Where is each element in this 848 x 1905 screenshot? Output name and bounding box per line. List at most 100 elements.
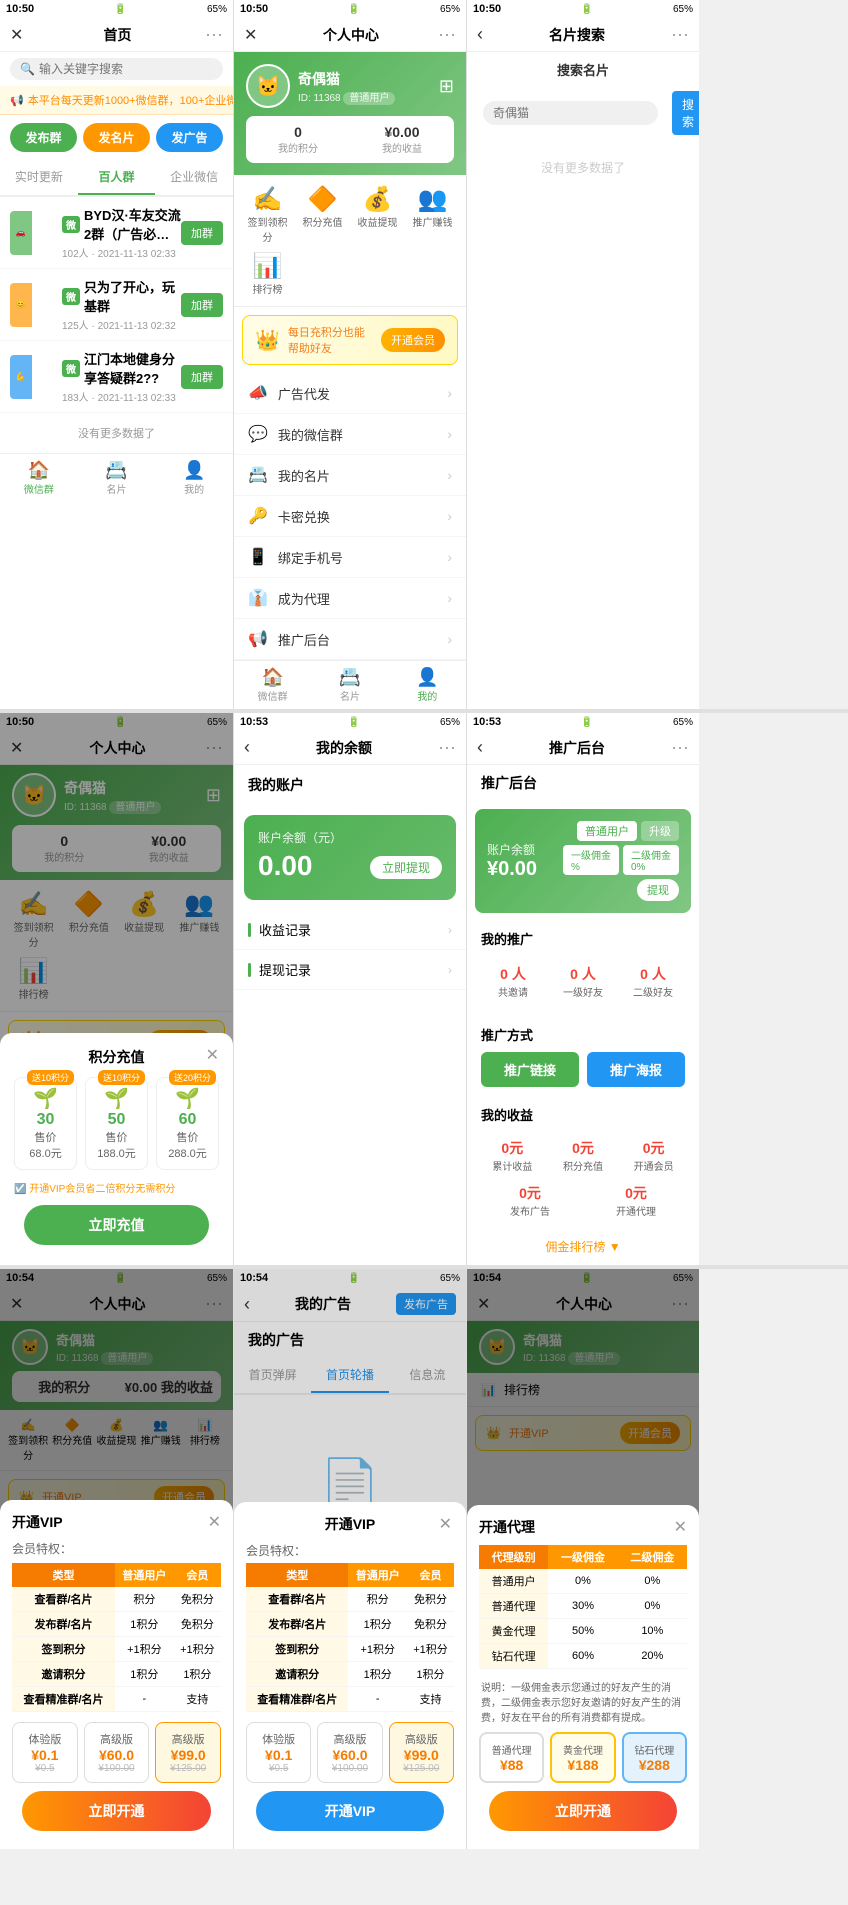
- menu-item-promo-backend[interactable]: 📢 推广后台 ›: [234, 619, 466, 660]
- publish-ad-button[interactable]: 发广告: [156, 123, 223, 152]
- wechat-icon: 微: [62, 360, 80, 377]
- tab-enterprise[interactable]: 企业微信: [155, 160, 233, 195]
- agency-note: 说明：一级佣金表示您通过的好友产生的消费，二级佣金表示您好友邀请的好友产生的消费…: [479, 1679, 687, 1724]
- page-title: 我的余额: [250, 738, 438, 758]
- more-icon[interactable]: ···: [671, 24, 689, 45]
- title-bar: ‹ 推广后台 ···: [467, 731, 699, 765]
- plan-price: ¥0.1: [17, 1747, 73, 1763]
- vip-button[interactable]: 开通会员: [381, 328, 445, 352]
- nav-wechat-group[interactable]: 🏠 微信群: [0, 458, 78, 498]
- features-label: 会员特权：: [246, 1542, 454, 1559]
- publish-card-button[interactable]: 发名片: [83, 123, 150, 152]
- agency-plan-gold[interactable]: 黄金代理 ¥188: [550, 1732, 615, 1783]
- rank-link[interactable]: 佣金排行榜 ▼: [467, 1228, 699, 1265]
- withdraw-button[interactable]: 立即提现: [370, 856, 442, 879]
- td: 1积分: [407, 1662, 454, 1687]
- arrow-icon: ›: [447, 590, 452, 606]
- menu-item-agency[interactable]: 👔 成为代理 ›: [234, 578, 466, 619]
- more-icon[interactable]: ···: [671, 737, 689, 758]
- menu-checkin[interactable]: ✍️ 签到领积分: [244, 185, 291, 244]
- menu-promo[interactable]: 👥 推广赚钱: [409, 185, 456, 244]
- withdraw-button[interactable]: 提现: [637, 879, 679, 901]
- activate-vip-button[interactable]: 开通VIP: [256, 1791, 444, 1831]
- plan-trial[interactable]: 体验版 ¥0.1 ¥0.5: [246, 1722, 311, 1783]
- recharge-confirm-button[interactable]: 立即充值: [24, 1205, 209, 1245]
- plan-p1[interactable]: 高级版 ¥60.0 ¥100.00: [317, 1722, 382, 1783]
- key-icon: 🔑: [248, 506, 268, 526]
- promo-link-button[interactable]: 推广链接: [481, 1052, 579, 1087]
- commission-level1[interactable]: 一级佣金%: [563, 845, 619, 875]
- tab-100group[interactable]: 百人群: [78, 160, 156, 195]
- close-icon[interactable]: ✕: [244, 25, 264, 45]
- nav-mine[interactable]: 👤 我的: [389, 665, 466, 705]
- tab-realtime[interactable]: 实时更新: [0, 160, 78, 195]
- promo-tab-upgrade[interactable]: 升级: [641, 821, 679, 841]
- more-icon[interactable]: ···: [438, 24, 456, 45]
- nav-mine[interactable]: 👤 我的: [155, 458, 233, 498]
- plan-original: ¥0.5: [17, 1763, 73, 1774]
- recharge-option-50[interactable]: 送10积分 🌱 50 售价 188.0元: [85, 1077, 148, 1170]
- menu-recharge[interactable]: 🔶 积分充值: [299, 185, 346, 244]
- add-group-button[interactable]: 加群: [181, 365, 223, 389]
- close-modal-button[interactable]: ✕: [208, 1512, 221, 1532]
- more-icon[interactable]: ···: [205, 24, 223, 45]
- menu-item-ad[interactable]: 📣 广告代发 ›: [234, 373, 466, 414]
- time: 10:53: [240, 716, 268, 728]
- close-sheet-button[interactable]: ✕: [439, 1514, 452, 1534]
- plan-name: 高级版: [394, 1731, 449, 1747]
- add-group-button[interactable]: 加群: [181, 293, 223, 317]
- close-icon[interactable]: ✕: [10, 25, 30, 45]
- plan-p2[interactable]: 高级版 ¥99.0 ¥125.00: [389, 1722, 454, 1783]
- agency-plan-diamond[interactable]: 钻石代理 ¥288: [622, 1732, 687, 1783]
- checkin-label: 签到领积分: [244, 214, 291, 244]
- td: 1积分: [348, 1612, 407, 1637]
- menu-item-redeem[interactable]: 🔑 卡密兑换 ›: [234, 496, 466, 537]
- battery-icon: 🔋: [581, 717, 593, 728]
- row-1: 10:50 🔋 65% ✕ 首页 ··· 🔍 📢 本平台每天更新1000+微信群…: [0, 0, 848, 709]
- earn-label: 累计收益: [481, 1158, 544, 1173]
- opt-price: 售价 288.0元: [165, 1129, 210, 1161]
- vip-activate-button[interactable]: 立即开通: [22, 1791, 211, 1831]
- promo-tab-normal[interactable]: 普通用户: [577, 821, 637, 841]
- add-group-button[interactable]: 加群: [181, 221, 223, 245]
- menu-item-bind-phone[interactable]: 📱 绑定手机号 ›: [234, 537, 466, 578]
- agency-activate-button[interactable]: 立即开通: [489, 1791, 677, 1831]
- bottom-nav: 🏠 微信群 📇 名片 👤 我的: [234, 660, 466, 709]
- time: 10:50: [473, 3, 501, 15]
- screen-promo-backend: 10:53 🔋 65% ‹ 推广后台 ··· 推广后台 账户余额 ¥0.00 普…: [466, 713, 699, 1265]
- promo-poster-button[interactable]: 推广海报: [587, 1052, 685, 1087]
- time: 10:50: [240, 3, 268, 15]
- agency-plan-normal[interactable]: 普通代理 ¥88: [479, 1732, 544, 1783]
- recharge-option-30[interactable]: 送10积分 🌱 30 售价 68.0元: [14, 1077, 77, 1170]
- recharge-option-60[interactable]: 送20积分 🌱 60 售价 288.0元: [156, 1077, 219, 1170]
- td: 发布群/名片: [246, 1612, 348, 1637]
- nav-wechat-group[interactable]: 🏠 微信群: [234, 665, 311, 705]
- card-search-input[interactable]: [493, 106, 648, 120]
- search-submit-button[interactable]: 搜索: [672, 91, 699, 135]
- th-type: 代理级别: [479, 1545, 548, 1569]
- menu-withdraw[interactable]: 💰 收益提现: [354, 185, 401, 244]
- arrow-icon: ›: [447, 549, 452, 565]
- avatar-1: 🚗: [10, 211, 32, 255]
- withdraw-record-link[interactable]: 提现记录 ›: [234, 950, 466, 990]
- qr-icon[interactable]: ⊞: [439, 76, 454, 97]
- more-icon[interactable]: ···: [438, 737, 456, 758]
- vip-plan-premium1[interactable]: 高级版 ¥60.0 ¥100.00: [84, 1722, 150, 1783]
- stat-label: 共邀请: [489, 984, 537, 999]
- close-modal-button[interactable]: ✕: [674, 1517, 687, 1537]
- close-sheet-button[interactable]: ✕: [206, 1045, 219, 1065]
- earnings-grid: 0元 累计收益 0元 积分充值 0元 开通会员: [467, 1128, 699, 1183]
- nav-card[interactable]: 📇 名片: [311, 665, 388, 705]
- search-input[interactable]: [39, 62, 213, 76]
- group-meta: 125人 · 2021-11-13 02:32: [62, 317, 181, 332]
- nav-card[interactable]: 📇 名片: [78, 458, 156, 498]
- vip-plan-premium2[interactable]: 高级版 ¥99.0 ¥125.00: [155, 1722, 221, 1783]
- vip-plan-trial[interactable]: 体验版 ¥0.1 ¥0.5: [12, 1722, 78, 1783]
- earnings-record-link[interactable]: 收益记录 ›: [234, 910, 466, 950]
- menu-item-my-card[interactable]: 📇 我的名片 ›: [234, 455, 466, 496]
- menu-item-wechat-group[interactable]: 💬 我的微信群 ›: [234, 414, 466, 455]
- publish-group-button[interactable]: 发布群: [10, 123, 77, 152]
- commission-level2[interactable]: 二级佣金0%: [623, 845, 679, 875]
- vip-table: 类型 普通用户 会员 查看群/名片 积分 免积分 发布群/名片 1积分 免积分: [12, 1563, 221, 1712]
- menu-rank[interactable]: 📊 排行榜: [244, 252, 291, 296]
